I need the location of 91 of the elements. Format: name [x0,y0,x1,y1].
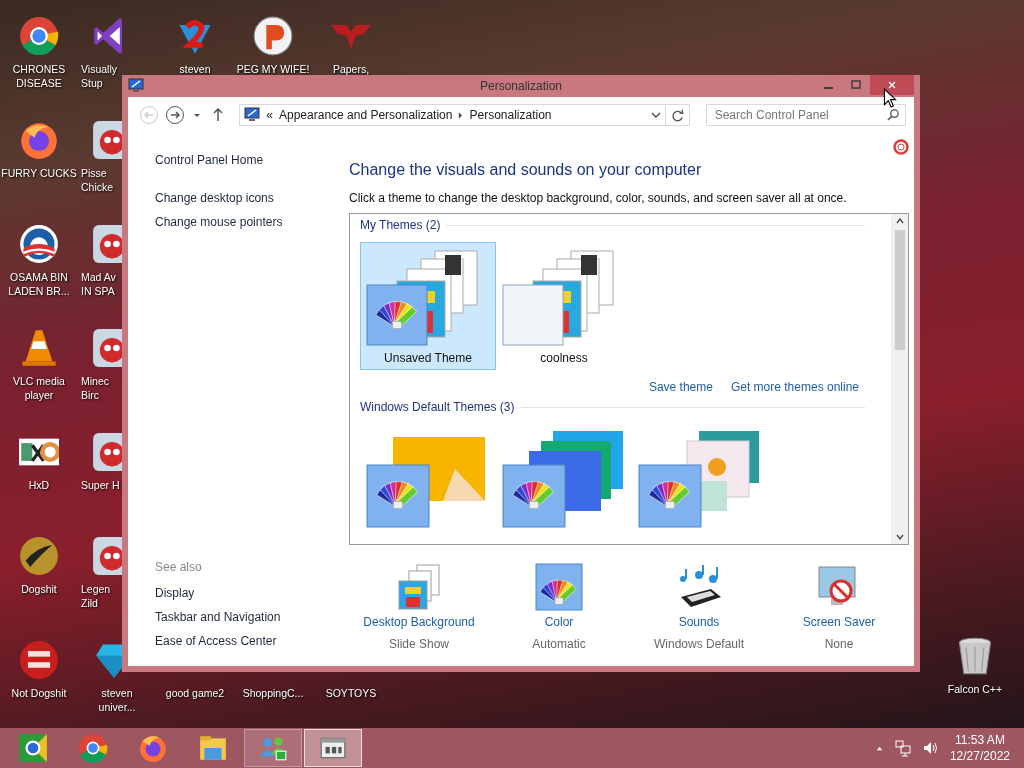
setting-link[interactable]: Screen Saver [802,615,876,629]
theme-group-title: Windows Default Themes (3) [360,400,515,414]
theme-link[interactable]: Get more themes online [730,380,859,394]
desktop-icon-label[interactable]: Dogshit [21,582,57,596]
chevron-down-icon[interactable] [650,110,661,120]
desktop-icon-label[interactable]: ShoppingC... [242,686,304,700]
theme-link[interactable]: Save theme [648,380,713,394]
picture-stack-icon [395,563,443,611]
desktop-icon-label[interactable]: Legen Zild [81,582,111,610]
desktop-icon-label[interactable]: OSAMA BIN LADEN BR... [8,270,70,298]
theme-name: Unsaved Theme [384,351,472,365]
desktop-icon-label[interactable]: Not Dogshit [11,686,67,700]
game-tile-icon [92,224,122,264]
traffic-cone-icon [19,328,59,368]
fox-globe-icon [138,733,168,763]
folder-icon [198,733,228,763]
minimize-icon [823,87,833,89]
scrollbar-thumb[interactable] [894,230,905,350]
refresh-icon [669,107,685,123]
maximize-icon [851,80,861,90]
page-heading: Change the visuals and sounds on your computer [349,161,703,179]
see-also-link[interactable]: Taskbar and Navigation [155,610,349,624]
game-tile-icon [92,432,122,472]
color-swatch-icon [535,563,583,611]
sidebar-link[interactable]: Change mouse pointers [155,215,349,229]
clock[interactable]: 11:53 AM 12/27/2022 [949,732,1010,764]
setting-value: Windows Default [653,637,744,651]
desktop-icon-label[interactable]: SOYTOYS [325,686,377,700]
taskbar-button[interactable] [304,729,362,767]
desktop-icon-label[interactable]: Super H [81,478,120,492]
network-icon[interactable] [893,739,912,757]
forward-button[interactable] [163,104,186,126]
page-description: Click a theme to change the desktop background, color, sounds, and screen saver all at once. [349,191,848,205]
globe-square-icon [18,733,48,763]
clock-date: 12/27/2022 [949,748,1010,764]
desktop-icon-label[interactable]: steven univer... [98,686,136,714]
letter-ball-icon [253,16,293,56]
desktop-icon-label[interactable]: PEG MY WIFE! [236,62,310,76]
desktop-icon-label[interactable]: FURRY CUCKS [1,166,77,180]
setting-value: Automatic [532,637,586,651]
search-field[interactable]: Search Control Panel [705,104,906,126]
theme-name: coolness [540,351,588,365]
desktop-icon-label[interactable]: Mad Av IN SPA [81,270,116,298]
sidebar-link[interactable]: Control Panel Home [155,153,349,167]
refresh-button[interactable] [665,104,690,126]
see-also-link[interactable]: Ease of Access Center [155,634,349,648]
desktop-icon-label[interactable]: VLC media player [13,374,65,402]
help-lifebuoy-icon[interactable] [893,139,909,155]
desktop-icon-label[interactable]: Papers, [332,62,370,76]
monitor-icon [244,107,261,123]
infinity-logo-icon [92,16,122,56]
address-bar[interactable]: « Appearance and Personalization Personalization [239,104,666,126]
monitor-icon [128,78,144,94]
disc-icon [19,536,59,576]
breadcrumb[interactable]: Appearance and Personalization [279,108,453,122]
game-tile-icon [92,120,122,160]
clock-time: 11:53 AM [955,732,1005,748]
chrome-icon [78,733,108,763]
desktop-icon-label[interactable]: HxD [28,478,50,492]
theme-tile[interactable]: coolness [496,242,632,370]
theme-tile[interactable]: Unsaved Theme [360,242,496,370]
see-also-heading: See also [155,560,203,574]
round-logo-icon [19,224,59,264]
desktop-icon-label[interactable]: Falcon C++ [947,682,1003,696]
game-tile-icon [92,536,122,576]
setting-link[interactable]: Color [544,615,574,629]
theme-group-title: My Themes (2) [360,218,441,232]
desktop-icon-label[interactable]: Pisse Chicke [81,166,114,194]
close-button[interactable] [870,75,914,95]
see-also-link[interactable]: Display [155,586,349,600]
fox-globe-icon [19,120,59,160]
sidebar-link[interactable]: Change desktop icons [155,191,349,205]
game-tile-icon [92,328,122,368]
breadcrumb[interactable]: Personalization [469,108,552,122]
setting-link[interactable]: Sounds [678,615,720,629]
desktop-icon-label[interactable]: Minec Birc [81,374,109,402]
desktop-icon-label[interactable]: Visually Stup [81,62,117,90]
setting-value: Slide Show [388,637,449,651]
window-title: Personalization [478,79,564,93]
setting-link[interactable]: Desktop Background [363,615,475,629]
desktop-icon-label[interactable]: good game2 [165,686,225,700]
scrollbar[interactable] [891,214,908,544]
chrome-icon [19,16,59,56]
search-icon [887,108,900,121]
breadcrumb-overflow[interactable]: « [266,108,273,122]
breadcrumb-separator-icon [458,111,464,119]
close-icon [887,80,897,90]
setting-value: None [824,637,854,651]
desktop-icon-label[interactable]: CHRONES DISEASE [12,62,66,90]
round-badge-icon [19,640,59,680]
desktop-icon-label[interactable]: steven [179,62,211,76]
